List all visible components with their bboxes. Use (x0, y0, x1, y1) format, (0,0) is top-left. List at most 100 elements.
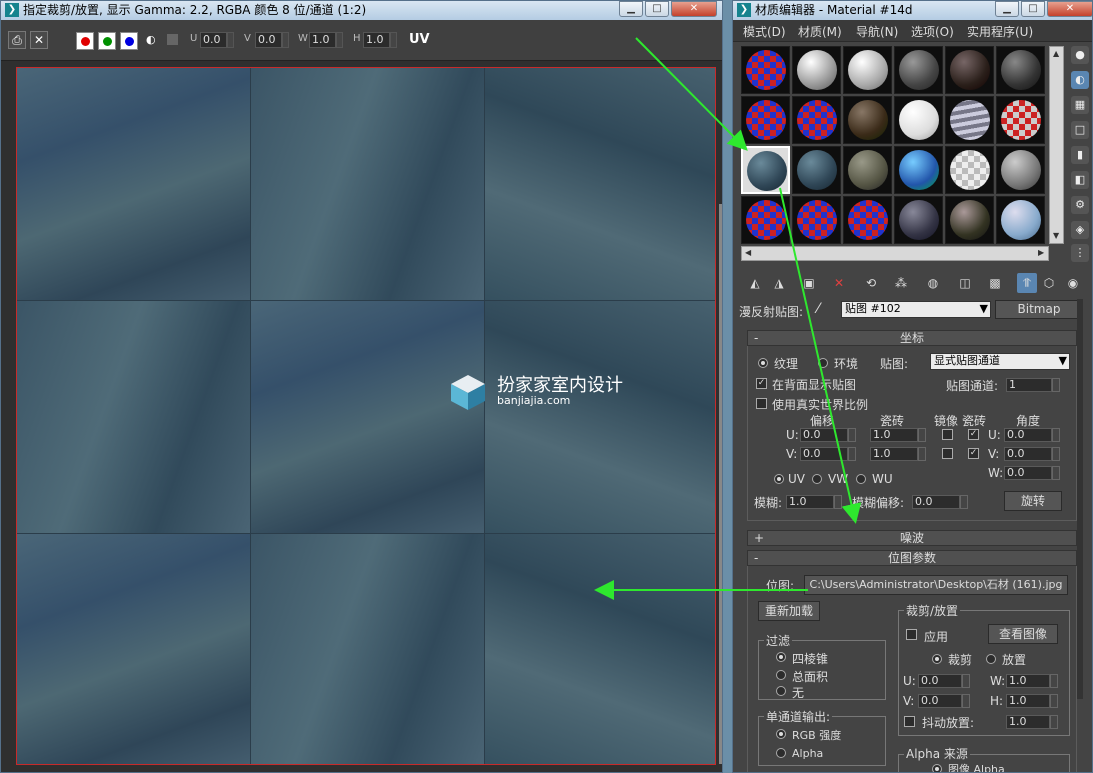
rgb-intensity-radio[interactable] (776, 729, 786, 739)
pyramidal-radio[interactable] (776, 652, 786, 662)
material-slot[interactable] (894, 196, 943, 244)
material-slot[interactable] (894, 96, 943, 144)
crop-v-field[interactable]: 0.0 (918, 694, 962, 708)
material-slot[interactable] (945, 146, 994, 194)
menu-navigation[interactable]: 导航(N) (856, 23, 898, 40)
material-slot[interactable] (741, 46, 790, 94)
assign-to-selection-icon[interactable]: ▣ (799, 273, 819, 293)
u-tiling-field[interactable]: 1.0 (870, 428, 918, 442)
rotate-button[interactable]: 旋转 (1004, 491, 1062, 511)
v-spinner-arrows[interactable] (282, 32, 289, 48)
v-tiling-spinner[interactable] (918, 447, 926, 461)
image-alpha-radio[interactable] (932, 764, 942, 772)
material-slot[interactable] (894, 46, 943, 94)
material-slot[interactable] (996, 196, 1045, 244)
green-channel-toggle[interactable] (98, 32, 116, 50)
sat-radio[interactable] (776, 670, 786, 680)
u-mirror-checkbox[interactable] (942, 429, 953, 440)
coordinates-rollout[interactable]: - 坐标 (747, 330, 1077, 346)
material-id-icon[interactable]: ◍ (923, 273, 943, 293)
select-by-material-icon[interactable]: ◈ (1071, 221, 1089, 239)
menu-mode[interactable]: 模式(D) (743, 23, 786, 40)
texture-radio[interactable] (758, 358, 768, 368)
map-channel-spinner[interactable] (1052, 378, 1060, 392)
crop-w-spinner[interactable] (1050, 674, 1058, 688)
v-tile-checkbox[interactable]: ✓ (968, 448, 979, 459)
show-end-result-icon[interactable]: ▩ (985, 273, 1005, 293)
backlight-icon[interactable]: ◐ (1071, 71, 1089, 89)
h-spinner[interactable]: 1.0 (363, 32, 390, 48)
u-spinner[interactable]: 0.0 (200, 32, 227, 48)
go-to-parent-icon[interactable]: ⥣ (1017, 273, 1037, 293)
environ-radio[interactable] (818, 358, 828, 368)
vw-radio[interactable] (812, 474, 822, 484)
material-slot[interactable] (792, 196, 841, 244)
background-icon[interactable]: ▦ (1071, 96, 1089, 114)
v-offset-field[interactable]: 0.0 (800, 447, 848, 461)
scroll-left-icon[interactable]: ◀ (745, 248, 751, 257)
bitmap-path-button[interactable]: C:\Users\Administrator\Desktop\石材 (161).… (804, 575, 1068, 595)
map-channel-field[interactable]: 1 (1006, 378, 1052, 392)
scroll-right-icon[interactable]: ▶ (1038, 248, 1044, 257)
blur-offset-spinner[interactable] (960, 495, 968, 509)
show-back-checkbox[interactable]: ✓ (756, 378, 767, 389)
material-slot[interactable] (843, 46, 892, 94)
crop-radio[interactable] (932, 654, 942, 664)
pick-material-icon[interactable]: ◉ (1063, 273, 1083, 293)
jitter-field[interactable]: 1.0 (1006, 715, 1050, 729)
crop-u-field[interactable]: 0.0 (918, 674, 962, 688)
uv-radio[interactable] (774, 474, 784, 484)
eyedropper-icon[interactable]: ⁄ (817, 301, 819, 317)
place-radio[interactable] (986, 654, 996, 664)
v-offset-spinner[interactable] (848, 447, 856, 461)
material-slot[interactable] (945, 46, 994, 94)
material-slot[interactable] (792, 146, 841, 194)
bitmap-canvas[interactable] (16, 67, 716, 765)
crop-w-field[interactable]: 1.0 (1006, 674, 1050, 688)
material-slot[interactable] (945, 196, 994, 244)
menu-material[interactable]: 材质(M) (798, 23, 842, 40)
mono-alpha-radio[interactable] (776, 748, 786, 758)
options-icon[interactable]: ⚙ (1071, 196, 1089, 214)
u-offset-spinner[interactable] (848, 428, 856, 442)
u-angle-field[interactable]: 0.0 (1004, 428, 1052, 442)
material-slot[interactable] (792, 96, 841, 144)
crop-u-spinner[interactable] (962, 674, 970, 688)
material-slot[interactable] (741, 96, 790, 144)
sample-type-icon[interactable]: ● (1071, 46, 1089, 64)
minimize-button[interactable]: ▁ (995, 1, 1019, 17)
put-to-library-icon[interactable]: ⁂ (891, 273, 911, 293)
material-slot[interactable] (996, 46, 1045, 94)
crop-h-field[interactable]: 1.0 (1006, 694, 1050, 708)
v-angle-field[interactable]: 0.0 (1004, 447, 1052, 461)
u-tile-checkbox[interactable]: ✓ (968, 429, 979, 440)
w-spinner-arrows[interactable] (336, 32, 343, 48)
slots-vertical-scrollbar[interactable]: ▲ ▼ (1049, 46, 1064, 244)
uv-label[interactable]: UV (409, 32, 430, 47)
v-mirror-checkbox[interactable] (942, 448, 953, 459)
h-spinner-arrows[interactable] (390, 32, 397, 48)
wu-radio[interactable] (856, 474, 866, 484)
noise-rollout[interactable]: + 噪波 (747, 530, 1077, 546)
map-name-field[interactable]: 贴图 #102 ▼ (841, 301, 991, 318)
close-button[interactable]: ✕ (671, 1, 717, 17)
material-slot[interactable] (945, 96, 994, 144)
w-spinner[interactable]: 1.0 (309, 32, 336, 48)
material-map-navigator-icon[interactable]: ⋮ (1071, 244, 1089, 262)
clear-icon[interactable]: ✕ (30, 31, 48, 49)
editor-scrollbar[interactable] (1077, 299, 1083, 699)
material-slot[interactable] (843, 196, 892, 244)
scroll-down-icon[interactable]: ▼ (1053, 231, 1059, 240)
u-offset-field[interactable]: 0.0 (800, 428, 848, 442)
viewer-scrollbar[interactable] (719, 204, 722, 764)
material-slot[interactable] (996, 146, 1045, 194)
real-world-checkbox[interactable] (756, 398, 767, 409)
alpha-toggle-icon[interactable] (167, 34, 178, 45)
crop-v-spinner[interactable] (962, 694, 970, 708)
blur-spinner[interactable] (834, 495, 842, 509)
scroll-up-icon[interactable]: ▲ (1053, 49, 1059, 58)
minimize-button[interactable]: ▁ (619, 1, 643, 17)
close-button[interactable]: ✕ (1047, 1, 1092, 17)
menu-options[interactable]: 选项(O) (911, 23, 954, 40)
blue-channel-toggle[interactable] (120, 32, 138, 50)
